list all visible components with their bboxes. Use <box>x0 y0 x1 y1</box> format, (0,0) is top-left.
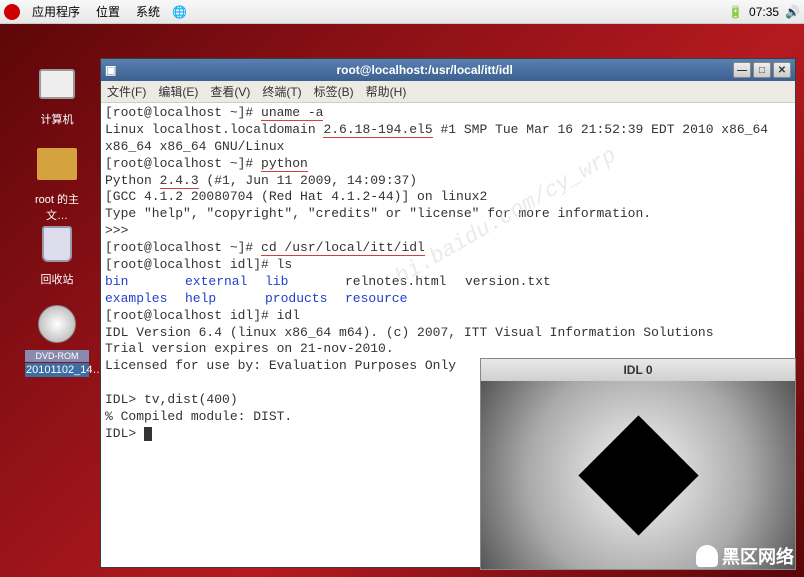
terminal-title: root@localhost:/usr/local/itt/idl <box>116 63 733 77</box>
idl-title: IDL 0 <box>485 363 791 377</box>
idl-canvas <box>481 381 795 569</box>
browser-icon[interactable]: 🌐 <box>172 5 187 19</box>
terminal-titlebar[interactable]: ▣ root@localhost:/usr/local/itt/idl — □ … <box>101 59 795 81</box>
idl-titlebar[interactable]: IDL 0 <box>481 359 795 381</box>
desktop-icon-home[interactable]: root 的主文… <box>25 140 89 224</box>
logo-text: 黑区网络 <box>722 543 794 569</box>
menu-places[interactable]: 位置 <box>92 1 124 22</box>
trash-icon <box>42 226 72 262</box>
mushroom-icon <box>696 545 718 567</box>
home-label: root 的主文… <box>25 190 89 224</box>
menu-applications[interactable]: 应用程序 <box>28 1 84 22</box>
folder-icon <box>37 148 77 180</box>
desktop-icon-computer[interactable]: 计算机 <box>25 60 89 128</box>
cdrom-icon <box>38 305 76 343</box>
menu-system[interactable]: 系统 <box>132 1 164 22</box>
computer-icon <box>39 69 75 99</box>
redhat-menu-icon[interactable] <box>4 4 20 20</box>
maximize-button[interactable]: □ <box>753 62 771 78</box>
top-taskbar: 应用程序 位置 系统 🌐 🔋 07:35 🔊 <box>0 0 804 24</box>
idl-graphics-window: IDL 0 <box>480 358 796 570</box>
menu-help[interactable]: 帮助(H) <box>366 83 407 100</box>
trash-label: 回收站 <box>25 270 89 288</box>
computer-label: 计算机 <box>25 110 89 128</box>
window-icon: ▣ <box>105 63 116 77</box>
desktop-icon-trash[interactable]: 回收站 <box>25 220 89 288</box>
minimize-button[interactable]: — <box>733 62 751 78</box>
dist-diamond <box>578 415 698 535</box>
menu-view[interactable]: 查看(V) <box>210 83 250 100</box>
menu-tabs[interactable]: 标签(B) <box>314 83 354 100</box>
cursor <box>144 427 152 441</box>
close-button[interactable]: ✕ <box>773 62 791 78</box>
menu-file[interactable]: 文件(F) <box>107 83 146 100</box>
clock[interactable]: 07:35 <box>749 5 779 19</box>
menu-edit[interactable]: 编辑(E) <box>158 83 198 100</box>
menu-terminal[interactable]: 终端(T) <box>262 83 301 100</box>
cdrom-top-label: DVD-ROM <box>25 350 89 362</box>
cdrom-label: 20101102_14… <box>25 363 89 377</box>
site-logo: 黑区网络 <box>696 543 794 569</box>
desktop-icon-cdrom[interactable]: DVD-ROM 20101102_14… <box>25 300 89 377</box>
battery-icon[interactable]: 🔋 <box>728 5 743 19</box>
speaker-icon[interactable]: 🔊 <box>785 5 800 19</box>
terminal-menubar: 文件(F) 编辑(E) 查看(V) 终端(T) 标签(B) 帮助(H) <box>101 81 795 103</box>
